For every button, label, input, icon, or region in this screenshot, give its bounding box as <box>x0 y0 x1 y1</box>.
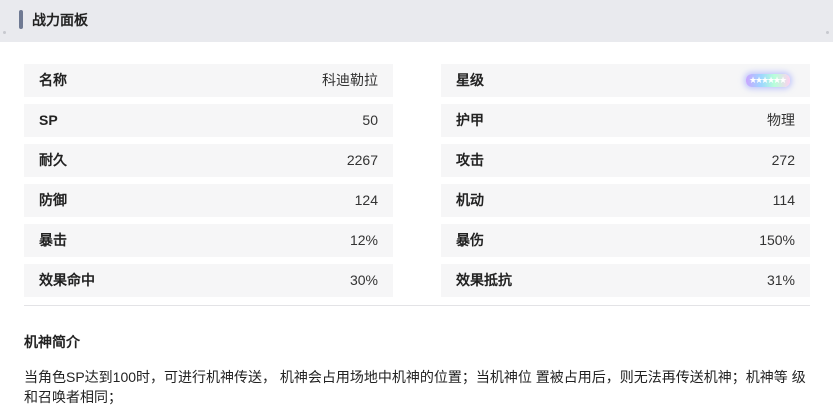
stat-label: 效果命中 <box>39 272 95 288</box>
stat-row-crit-damage: 暴伤 150% <box>441 224 810 257</box>
stat-label: 耐久 <box>39 152 67 168</box>
stat-value: 114 <box>772 192 795 208</box>
stat-value: 31% <box>766 272 795 288</box>
stat-value: 150% <box>759 232 795 248</box>
stat-row-durability: 耐久 2267 <box>24 144 393 177</box>
stat-label: 暴伤 <box>456 232 484 248</box>
stat-row-armor: 护甲 物理 <box>441 104 810 137</box>
stat-row-rarity: 星级 ★ ★ ★ ★ ★ ★ <box>441 64 810 97</box>
stat-value: 50 <box>362 112 378 128</box>
stat-row-sp: SP 50 <box>24 104 393 137</box>
stat-value: 30% <box>349 272 378 288</box>
stat-label: 效果抵抗 <box>456 272 512 288</box>
stat-label: 防御 <box>39 192 67 208</box>
stat-row-mobility: 机动 114 <box>441 184 810 217</box>
stat-value: 科迪勒拉 <box>322 72 378 88</box>
intro-title: 机神简介 <box>24 334 80 350</box>
star-icon: ★ <box>779 75 788 85</box>
stat-label: 暴击 <box>39 232 67 248</box>
stat-label: 星级 <box>456 72 484 88</box>
stat-row-effect-resist: 效果抵抗 31% <box>441 264 810 297</box>
stat-label: SP <box>39 112 58 128</box>
section-divider <box>24 305 810 306</box>
stat-row-defense: 防御 124 <box>24 184 393 217</box>
stat-value: 12% <box>349 232 378 248</box>
stat-row-crit: 暴击 12% <box>24 224 393 257</box>
stat-label: 护甲 <box>456 112 484 128</box>
rarity-stars-badge: ★ ★ ★ ★ ★ ★ <box>746 74 790 87</box>
stat-row-attack: 攻击 272 <box>441 144 810 177</box>
stat-value: 物理 <box>767 112 795 128</box>
stat-value: 124 <box>354 192 378 208</box>
corner-dot-left <box>3 31 6 34</box>
stat-value: 272 <box>771 152 795 168</box>
stat-value: 2267 <box>346 152 378 168</box>
panel-title: 战力面板 <box>32 12 88 28</box>
intro-text: 当角色SP达到100时，可进行机神传送， 机神会占用场地中机神的位置；当机神位 … <box>24 369 806 405</box>
stat-label: 机动 <box>456 192 484 208</box>
stat-label: 攻击 <box>456 152 484 168</box>
panel-header: 战力面板 <box>0 0 833 42</box>
stat-label: 名称 <box>39 72 67 88</box>
header-accent-bar <box>19 10 23 29</box>
corner-dot-right <box>826 31 829 34</box>
stat-row-effect-hit: 效果命中 30% <box>24 264 393 297</box>
stat-row-name: 名称 科迪勒拉 <box>24 64 393 97</box>
